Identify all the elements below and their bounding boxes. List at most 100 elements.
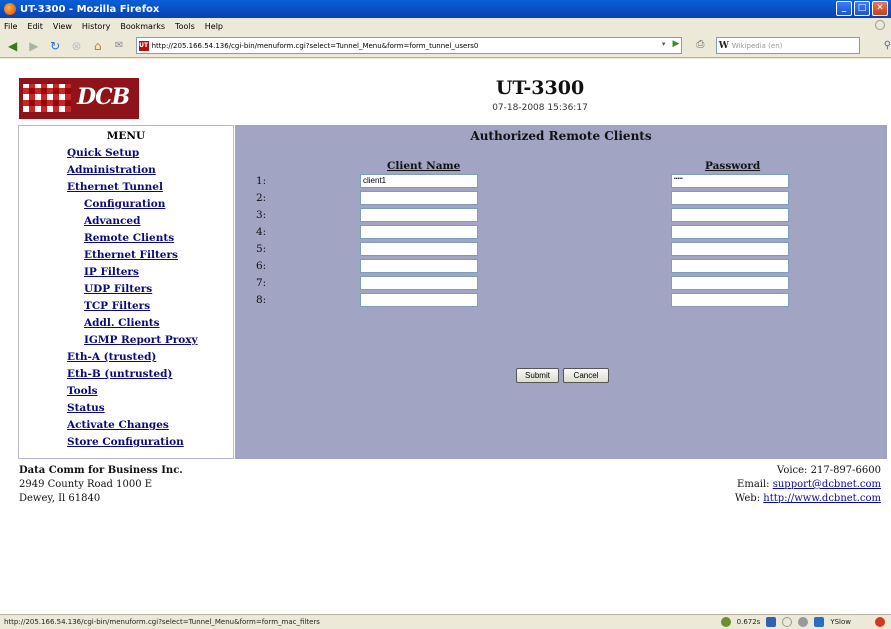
timer-icon (720, 617, 731, 627)
window-controls: _ □ ✕ (836, 1, 888, 16)
sidebar-item-ethernet-tunnel[interactable]: Ethernet Tunnel (19, 179, 233, 196)
sidebar-item-igmp-report-proxy[interactable]: IGMP Report Proxy (19, 332, 233, 349)
password-input[interactable] (671, 276, 789, 290)
sidebar-item-advanced[interactable]: Advanced (19, 213, 233, 230)
wikipedia-engine-icon[interactable]: W (719, 41, 729, 51)
address-line-1: 2949 County Road 1000 E (19, 479, 153, 490)
email-label: Email: (737, 479, 770, 490)
sidebar-item-ethernet-filters[interactable]: Ethernet Filters (19, 247, 233, 264)
row-number: 3: (256, 209, 267, 221)
mail-icon[interactable]: ✉ (110, 38, 127, 54)
maximize-button[interactable]: □ (854, 1, 870, 16)
row-number: 4: (256, 226, 267, 238)
row-number: 7: (256, 277, 267, 289)
dcb-logo: DCB (19, 78, 139, 119)
address-line-2: Dewey, Il 61840 (19, 493, 101, 504)
password-input[interactable] (671, 242, 789, 256)
yslow-icon[interactable] (814, 617, 825, 627)
menu-help[interactable]: Help (205, 22, 223, 31)
password-header: Password (705, 160, 761, 172)
search-icon[interactable]: ⚲ (884, 40, 891, 51)
main-panel: Authorized Remote Clients Client Name Pa… (235, 125, 887, 459)
password-input[interactable] (671, 225, 789, 239)
print-icon[interactable]: ⎙ (696, 39, 711, 53)
status-addons: 0.672s YSlow (720, 617, 885, 627)
go-icon[interactable]: ▶ (672, 39, 679, 49)
sidebar-item-store-configuration[interactable]: Store Configuration (19, 434, 233, 451)
cancel-button[interactable]: Cancel (563, 368, 609, 383)
device-name: UT-3300 (495, 77, 585, 99)
yslow-label[interactable]: YSlow (830, 618, 851, 626)
stop-icon[interactable]: ⊗ (68, 38, 85, 54)
sidebar-item-status[interactable]: Status (19, 400, 233, 417)
info-addon-icon[interactable] (798, 617, 809, 627)
menu-file[interactable]: File (4, 22, 17, 31)
throbber-icon (875, 20, 885, 30)
client-name-input[interactable] (360, 276, 478, 290)
web-label: Web: (734, 493, 761, 504)
status-text: http://205.166.54.136/cgi-bin/menuform.c… (4, 618, 320, 626)
url-bar[interactable]: UT http://205.166.54.136/cgi-bin/menufor… (135, 37, 683, 54)
menu-bookmarks[interactable]: Bookmarks (120, 22, 165, 31)
password-input[interactable] (671, 259, 789, 273)
reload-addon-icon[interactable] (782, 617, 793, 627)
device-datetime: 07-18-2008 15:36:17 (492, 103, 588, 113)
logo-text: DCB (77, 84, 130, 110)
sidebar-item-tcp-filters[interactable]: TCP Filters (19, 298, 233, 315)
url-dropdown-icon[interactable]: ▾ (662, 40, 666, 48)
site-favicon-icon: UT (138, 40, 149, 51)
footer-contact: Voice: 217-897-6600 Email: support@dcbne… (735, 464, 881, 506)
sidebar-item-configuration[interactable]: Configuration (19, 196, 233, 213)
client-name-input[interactable]: client1 (360, 174, 478, 188)
sidebar-item-udp-filters[interactable]: UDP Filters (19, 281, 233, 298)
reload-icon[interactable]: ↻ (47, 38, 64, 54)
web-link[interactable]: http://www.dcbnet.com (763, 493, 881, 504)
sidebar-item-remote-clients[interactable]: Remote Clients (19, 230, 233, 247)
search-placeholder: Wikipedia (en) (731, 41, 783, 50)
sidebar-item-ip-filters[interactable]: IP Filters (19, 264, 233, 281)
sidebar-item-eth-b-untrusted[interactable]: Eth-B (untrusted) (19, 366, 233, 383)
password-input[interactable] (671, 293, 789, 307)
row-number: 6: (256, 260, 267, 272)
password-input[interactable]: ••••• (671, 174, 789, 188)
menu-edit[interactable]: Edit (27, 22, 43, 31)
menu-history[interactable]: History (82, 22, 110, 31)
client-name-input[interactable] (360, 242, 478, 256)
client-name-input[interactable] (360, 259, 478, 273)
firefox-icon (4, 3, 16, 15)
sidebar-item-eth-a-trusted[interactable]: Eth-A (trusted) (19, 349, 233, 366)
password-input[interactable] (671, 208, 789, 222)
voice-phone: Voice: 217-897-6600 (777, 465, 881, 476)
client-name-input[interactable] (360, 293, 478, 307)
forward-icon[interactable]: ▶ (25, 38, 42, 54)
client-name-input[interactable] (360, 208, 478, 222)
logo-pattern (23, 84, 71, 112)
web-line: Web: http://www.dcbnet.com (735, 492, 881, 506)
sidebar-item-addl-clients[interactable]: Addl. Clients (19, 315, 233, 332)
company-name: Data Comm for Business Inc. (19, 465, 183, 476)
client-name-input[interactable] (360, 191, 478, 205)
menu-tools[interactable]: Tools (175, 22, 195, 31)
status-bar: http://205.166.54.136/cgi-bin/menuform.c… (0, 614, 891, 629)
s-addon-icon[interactable] (766, 617, 777, 627)
email-link[interactable]: support@dcbnet.com (773, 479, 881, 490)
minimize-button[interactable]: _ (836, 1, 852, 16)
email-line: Email: support@dcbnet.com (735, 478, 881, 492)
sidebar-item-activate-changes[interactable]: Activate Changes (19, 417, 233, 434)
client-name-input[interactable] (360, 225, 478, 239)
sidebar-item-tools[interactable]: Tools (19, 383, 233, 400)
close-button[interactable]: ✕ (872, 1, 888, 16)
footer-address: Data Comm for Business Inc. 2949 County … (19, 464, 183, 506)
home-icon[interactable]: ⌂ (89, 38, 106, 54)
menu-view[interactable]: View (53, 22, 72, 31)
sidebar-item-administration[interactable]: Administration (19, 162, 233, 179)
back-icon[interactable]: ◀ (4, 38, 21, 54)
row-number: 2: (256, 192, 267, 204)
adblock-icon[interactable] (875, 617, 885, 627)
password-input[interactable] (671, 191, 789, 205)
sidebar-item-quick-setup[interactable]: Quick Setup (19, 145, 233, 162)
submit-button[interactable]: Submit (516, 368, 559, 383)
search-box[interactable]: W Wikipedia (en) (715, 37, 860, 54)
window-title-bar: UT-3300 - Mozilla Firefox _ □ ✕ (0, 0, 891, 18)
row-number: 1: (256, 175, 267, 187)
